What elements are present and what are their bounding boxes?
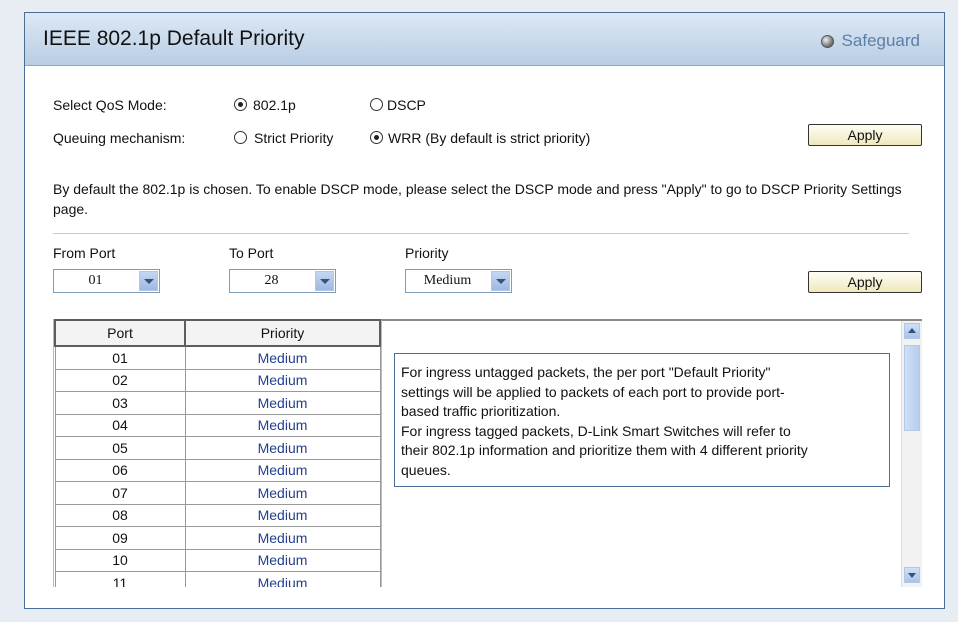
priority-cell: Medium [184,436,381,460]
table-row: 06 Medium [54,458,381,482]
title-bar: IEEE 802.1p Default Priority Safeguard [25,13,944,66]
priority-cell: Medium [184,526,381,550]
from-port-label: From Port [53,245,116,261]
divider [53,233,909,234]
info-line: based traffic prioritization. [401,403,561,419]
info-line: For ingress untagged packets, the per po… [401,364,771,380]
priority-label: Priority [405,245,449,261]
port-cell: 06 [54,458,186,482]
scroll-thumb[interactable] [904,345,920,431]
port-cell: 07 [54,481,186,505]
vertical-scrollbar[interactable] [901,321,922,587]
table-row: 01 Medium [54,345,381,370]
priority-cell: Medium [184,571,381,587]
port-cell: 01 [54,345,186,370]
info-box: For ingress untagged packets, the per po… [394,353,890,487]
table-row: 02 Medium [54,368,381,392]
port-cell: 11 [54,571,186,587]
scroll-up-icon[interactable] [904,323,920,339]
chevron-down-icon [139,271,158,291]
table-row: 04 Medium [54,413,381,437]
table-row: 08 Medium [54,503,381,527]
apply-port-button[interactable]: Apply [808,271,922,293]
radio-wrr[interactable] [370,131,383,144]
table-row: 03 Medium [54,391,381,415]
port-cell: 09 [54,526,186,550]
chevron-down-icon [491,271,510,291]
priority-cell: Medium [184,413,381,437]
port-cell: 10 [54,548,186,572]
queuing-label: Queuing mechanism: [53,130,186,146]
info-line: their 802.1p information and prioritize … [401,442,808,458]
priority-cell: Medium [184,548,381,572]
radio-strict-priority[interactable] [234,131,247,144]
to-port-label: To Port [229,245,274,261]
priority-cell: Medium [184,345,381,370]
radio-dscp-label: DSCP [387,97,426,113]
column-header-priority: Priority [184,319,381,347]
info-line: settings will be applied to packets of e… [401,383,785,400]
default-priority-panel: IEEE 802.1p Default Priority Safeguard S… [24,12,945,609]
from-port-select[interactable]: 01 [53,269,160,293]
table-row: 09 Medium [54,526,381,550]
to-port-select[interactable]: 28 [229,269,336,293]
port-priority-table: Port Priority 01 Medium 02 Medium 03 Medium 04… [53,319,381,587]
table-row: 07 Medium [54,481,381,505]
from-port-value: 01 [88,273,103,288]
to-port-value: 28 [264,273,279,288]
port-cell: 02 [54,368,186,392]
priority-cell: Medium [184,481,381,505]
port-cell: 05 [54,436,186,460]
radio-strict-priority-label: Strict Priority [254,130,334,146]
chevron-down-icon [315,271,334,291]
info-scroll-pane: For ingress untagged packets, the per po… [381,319,922,587]
port-cell: 04 [54,413,186,437]
info-line: queues. [401,461,451,478]
priority-cell: Medium [184,391,381,415]
priority-value: Medium [423,273,472,288]
radio-wrr-label: WRR (By default is strict priority) [388,130,591,146]
table-row: 05 Medium [54,436,381,460]
port-cell: 03 [54,391,186,415]
apply-qos-button[interactable]: Apply [808,124,922,146]
table-row: 10 Medium [54,548,381,572]
safeguard-dot-icon [820,34,834,48]
qos-mode-label: Select QoS Mode: [53,97,167,113]
page-title: IEEE 802.1p Default Priority [43,27,305,50]
info-line: For ingress tagged packets, D-Link Smart… [401,422,791,439]
scroll-down-icon[interactable] [904,567,920,583]
port-cell: 08 [54,503,186,527]
safeguard-indicator: Safeguard [820,31,920,51]
radio-8021p-label: 802.1p [253,97,296,113]
radio-8021p[interactable] [234,98,247,111]
column-header-port: Port [54,319,186,347]
priority-cell: Medium [184,458,381,482]
safeguard-label: Safeguard [841,31,920,50]
dscp-note: By default the 802.1p is chosen. To enab… [53,181,902,217]
radio-dscp[interactable] [370,98,383,111]
priority-cell: Medium [184,503,381,527]
priority-select[interactable]: Medium [405,269,512,293]
priority-cell: Medium [184,368,381,392]
table-row: 11 Medium [54,571,381,587]
